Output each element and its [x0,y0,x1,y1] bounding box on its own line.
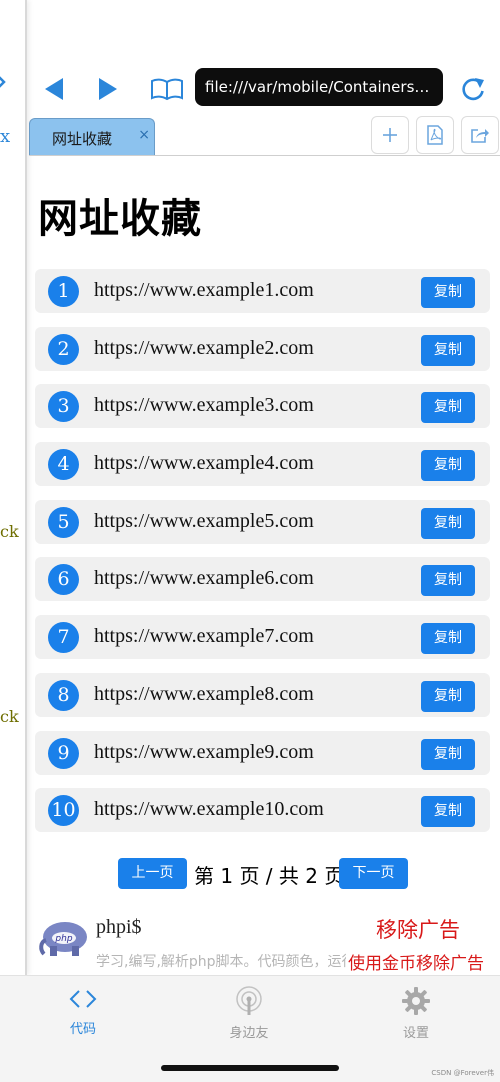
gear-icon [402,987,430,1015]
nav-label-nearby: 身边友 [229,1026,269,1041]
copy-button[interactable]: 复制 [421,450,475,482]
copy-button[interactable]: 复制 [421,334,475,366]
code-icon [69,990,97,1008]
next-page-button[interactable]: 下一页 [339,858,408,889]
url-row: 8 https://www.example8.com 复制 [35,672,490,717]
nav-label-code: 代码 [69,1022,96,1037]
url-text[interactable]: https://www.example3.com [94,394,314,417]
copy-button[interactable]: 复制 [421,565,475,597]
url-row: 1 https://www.example1.com 复制 [35,269,490,313]
tab-url-favorites[interactable]: 网址收藏 × [29,118,155,155]
url-text[interactable]: https://www.example7.com [94,625,314,648]
reload-button[interactable] [458,74,488,104]
copy-button[interactable]: 复制 [421,796,475,828]
svg-text:php: php [54,934,72,944]
row-number-badge: 7 [48,622,79,654]
copy-button[interactable]: 复制 [421,623,475,655]
pagination: 上一页 第 1 页 / 共 2 页 下一页 [118,858,418,890]
tab-close-button[interactable]: × [138,127,150,143]
watermark: CSDN @Forever伟 [431,1069,494,1077]
home-indicator [161,1065,339,1071]
url-row: 2 https://www.example2.com 复制 [35,326,490,371]
back-arrow-icon [45,78,63,100]
export-pdf-button[interactable] [416,116,454,154]
row-number-badge: 5 [48,506,79,538]
url-text[interactable]: https://www.example6.com [94,567,314,590]
copy-button[interactable]: 复制 [421,680,475,712]
row-number-badge: 8 [48,679,79,711]
url-row: 6 https://www.example6.com 复制 [35,557,490,602]
browser-toolbar: file:///var/mobile/Containers/Data/Appli… [29,60,500,116]
share-icon [471,129,489,143]
left-text-fragment: ck [0,522,19,541]
url-text[interactable]: https://www.example1.com [94,279,314,302]
url-row: 5 https://www.example5.com 复制 [35,499,490,544]
nav-label-settings: 设置 [402,1026,429,1041]
ad-description: 学习,编写,解析php脚本。代码颜色，运行 [96,954,346,970]
forward-arrow-icon [99,78,117,100]
nav-item-code[interactable]: 代码 [33,986,133,1037]
copy-button[interactable]: 复制 [421,392,475,424]
chevron-right-icon[interactable] [0,72,8,92]
url-list: 1 https://www.example1.com 复制 2 https://www.… [35,269,490,846]
row-number-badge: 2 [48,333,79,365]
antenna-icon [236,986,262,1015]
copy-button[interactable]: 复制 [421,738,475,770]
address-bar[interactable]: file:///var/mobile/Containers/Data/Appli… [195,68,443,106]
url-row: 4 https://www.example4.com 复制 [35,442,490,487]
back-button[interactable] [39,74,69,104]
copy-button[interactable]: 复制 [421,277,475,308]
left-text-fragment: ck [0,707,19,726]
prev-page-button[interactable]: 上一页 [118,858,187,889]
url-row: 3 https://www.example3.com 复制 [35,384,490,429]
share-button[interactable] [461,116,499,154]
row-number-badge: 4 [48,449,79,481]
nav-item-settings[interactable]: 设置 [366,986,466,1041]
url-text[interactable]: https://www.example5.com [94,510,314,533]
page-info: 第 1 页 / 共 2 页 [194,864,345,888]
nav-item-nearby[interactable]: 身边友 [199,986,299,1041]
left-tab-close[interactable]: x [0,126,10,147]
url-text[interactable]: https://www.example8.com [94,683,314,706]
row-number-badge: 6 [48,564,79,596]
remove-ad-button[interactable]: 移除广告 [376,914,460,944]
new-tab-button[interactable] [371,116,409,154]
url-text[interactable]: https://www.example10.com [94,798,324,821]
bookmarks-button[interactable] [149,74,185,104]
tab-bar: 网址收藏 × [29,116,500,156]
tab-label: 网址收藏 [52,130,113,148]
plus-icon [383,128,397,142]
forward-button[interactable] [93,74,123,104]
row-number-badge: 10 [48,795,79,827]
row-number-badge: 1 [48,276,79,307]
ad-title[interactable]: phpi$ [96,916,142,939]
url-text[interactable]: https://www.example9.com [94,741,314,764]
row-number-badge: 3 [48,391,79,423]
copy-button[interactable]: 复制 [421,507,475,539]
url-row: 7 https://www.example7.com 复制 [35,615,490,660]
url-row: 9 https://www.example9.com 复制 [35,730,490,775]
left-panel: x ck ck [0,0,27,975]
reload-icon [462,78,484,101]
url-text[interactable]: https://www.example2.com [94,337,314,360]
row-number-badge: 9 [48,737,79,769]
php-elephant-logo: php [39,922,87,956]
book-icon [151,78,183,101]
pdf-icon [427,125,443,145]
url-text[interactable]: https://www.example4.com [94,452,314,475]
url-row: 10 https://www.example10.com 复制 [35,788,490,833]
remove-ad-with-coins-button[interactable]: 使用金币移除广告 [348,949,484,974]
page-title: 网址收藏 [38,196,202,242]
